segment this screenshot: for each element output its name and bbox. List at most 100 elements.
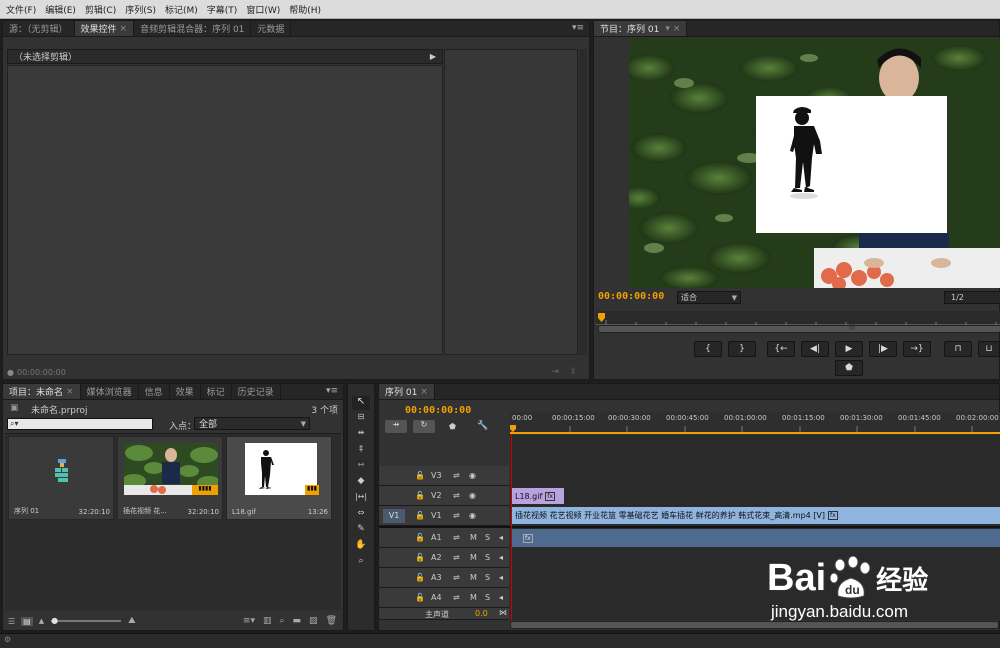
tab-sequence[interactable]: 序列 01 × (379, 384, 435, 399)
sync-icon[interactable]: ⇌ (453, 553, 460, 562)
lift-button[interactable]: ⊓ (944, 341, 972, 357)
program-zoom-bar[interactable]: ||| (598, 324, 1000, 333)
lock-icon[interactable]: 🔓 (415, 553, 425, 562)
menu-title[interactable]: 字幕(T) (207, 3, 238, 16)
export-frame-icon[interactable]: ⇥ (551, 367, 559, 377)
step-back-button[interactable]: ◀| (801, 341, 829, 357)
hand-tool[interactable]: ✋ (352, 540, 370, 553)
slip-tool[interactable]: |↔| (352, 492, 370, 505)
timeline-timecode[interactable]: 00:00:00:00 (405, 405, 471, 416)
rolling-edit-tool[interactable]: ‡ (352, 444, 370, 457)
close-icon[interactable]: × (673, 24, 681, 34)
zoom-in-icon[interactable]: ⛰ (128, 616, 136, 626)
program-ruler[interactable] (596, 311, 1000, 325)
sync-icon[interactable]: ⇌ (453, 593, 460, 602)
voiceover-icon[interactable]: ◂ (499, 533, 503, 542)
go-to-out-button[interactable]: →} (903, 341, 931, 357)
program-menu-icon[interactable]: ▾ (665, 24, 670, 34)
zoom-tool[interactable]: ⌕ (352, 556, 370, 569)
tab-media-browser[interactable]: 媒体浏览器 (81, 384, 139, 399)
wrench-icon[interactable]: 🔧 (477, 421, 488, 431)
eye-icon[interactable]: ◉ (469, 511, 476, 520)
new-item-icon[interactable]: ▧ (309, 616, 318, 626)
automate-icon[interactable]: ▥ (263, 616, 272, 626)
sync-icon[interactable]: ⇌ (453, 471, 460, 480)
mark-out-button[interactable]: } (728, 341, 756, 357)
mute-button[interactable]: M (470, 533, 477, 542)
source-patch-v1[interactable]: V1 (383, 509, 405, 523)
sync-icon[interactable]: ⇌ (453, 573, 460, 582)
eye-icon[interactable]: ◉ (469, 471, 476, 480)
playhead-line[interactable] (511, 434, 512, 620)
sync-icon[interactable]: ⇌ (453, 533, 460, 542)
slider-handle-icon[interactable]: ● (51, 616, 58, 625)
mute-button[interactable]: M (470, 593, 477, 602)
menu-help[interactable]: 帮助(H) (289, 3, 321, 16)
selection-tool[interactable]: ↖ (352, 396, 370, 410)
voiceover-icon[interactable]: ◂ (499, 553, 503, 562)
tab-project[interactable]: 项目：未命名 × (3, 384, 81, 399)
voiceover-icon[interactable]: ◂ (499, 593, 503, 602)
sort-icon[interactable]: ≡▾ (243, 616, 255, 626)
clip-video-v1[interactable]: 插花视频 花艺视频 开业花篮 零基础花艺 婚车插花 鲜花的养护 韩式花束_高清.… (512, 507, 1000, 524)
panel-menu-icon[interactable]: ▾≡ (572, 23, 584, 33)
tab-info[interactable]: 信息 (139, 384, 170, 399)
program-timecode[interactable]: 00:00:00:00 (598, 291, 664, 302)
mute-button[interactable]: M (470, 573, 477, 582)
lock-icon[interactable]: 🔓 (415, 593, 425, 602)
tab-audio-mixer[interactable]: 音频剪辑混合器：序列 01 (134, 21, 252, 36)
menu-clip[interactable]: 剪辑(C) (85, 3, 116, 16)
play-button[interactable]: ▶ (835, 341, 863, 357)
extract-button[interactable]: ⊔ (978, 341, 1000, 357)
slide-tool[interactable]: ⇔ (352, 508, 370, 521)
voiceover-icon[interactable]: ◂ (499, 573, 503, 582)
list-view-icon[interactable]: ☰ (8, 617, 15, 626)
menu-marker[interactable]: 标记(M) (165, 3, 198, 16)
fit-select[interactable]: 适合 ▼ (677, 291, 741, 304)
timeline-ruler[interactable]: 00:00 00:00:15:00 00:00:30:00 00:00:45:0… (510, 412, 1000, 434)
close-icon[interactable]: × (66, 387, 74, 397)
step-forward-button[interactable]: |▶ (869, 341, 897, 357)
mark-in-button[interactable]: { (694, 341, 722, 357)
mute-button[interactable]: M (470, 553, 477, 562)
go-to-in-button[interactable]: {← (767, 341, 795, 357)
thumbnail-size-slider[interactable]: ● (51, 616, 122, 625)
project-item-sequence[interactable]: 序列 01 32:20:10 (8, 436, 114, 520)
resolution-select[interactable]: 1/2 (944, 291, 1000, 304)
menu-file[interactable]: 文件(F) (6, 3, 36, 16)
lock-icon[interactable]: 🔓 (415, 573, 425, 582)
clip-gif-v2[interactable]: L18.gif fx (512, 488, 564, 504)
tab-program[interactable]: 节目：序列 01 ▾ × (594, 21, 688, 36)
search-input[interactable]: ⌕▾ (7, 418, 153, 430)
tab-metadata[interactable]: 元数据 (251, 21, 292, 36)
sync-icon[interactable]: ⇌ (453, 491, 460, 500)
add-marker-button[interactable]: ⬟ (835, 360, 863, 376)
lock-icon[interactable]: 🔓 (415, 471, 425, 480)
panel-menu-icon[interactable]: ▾≡ (326, 386, 338, 396)
menu-window[interactable]: 窗口(W) (246, 3, 280, 16)
program-video-frame[interactable] (629, 38, 1000, 288)
add-marker-icon[interactable]: ⬟ (449, 422, 456, 431)
solo-button[interactable]: S (485, 593, 490, 602)
tab-source[interactable]: 源：（无剪辑） (3, 21, 75, 36)
zoom-out-icon[interactable]: ▲ (39, 617, 44, 625)
new-bin-icon[interactable]: ▬ (293, 616, 302, 626)
menu-sequence[interactable]: 序列(S) (125, 3, 156, 16)
sync-icon[interactable]: ⇌ (453, 511, 460, 520)
track-select-tool[interactable]: ⊟ (352, 412, 370, 425)
find-icon[interactable]: ⌕ (279, 616, 284, 626)
project-item-video[interactable]: ▮▮▮▮ 插花视频 花... 32:20:10 (117, 436, 223, 520)
master-icon[interactable]: ⋈ (499, 608, 507, 617)
ripple-edit-tool[interactable]: ⇹ (352, 428, 370, 441)
menu-edit[interactable]: 编辑(E) (45, 3, 76, 16)
tab-effect-controls[interactable]: 效果控件 × (74, 21, 135, 36)
master-value[interactable]: 0.0 (475, 609, 488, 618)
solo-button[interactable]: S (485, 533, 490, 542)
razor-tool[interactable]: ◆ (352, 476, 370, 489)
close-icon[interactable]: × (120, 24, 128, 34)
trash-icon[interactable]: 🗑 (326, 616, 337, 626)
linked-selection-button[interactable]: ↻ (413, 420, 435, 433)
rate-stretch-tool[interactable]: ⇿ (352, 460, 370, 473)
tab-markers[interactable]: 标记 (201, 384, 232, 399)
lift-icon[interactable]: ⇪ (569, 367, 577, 377)
